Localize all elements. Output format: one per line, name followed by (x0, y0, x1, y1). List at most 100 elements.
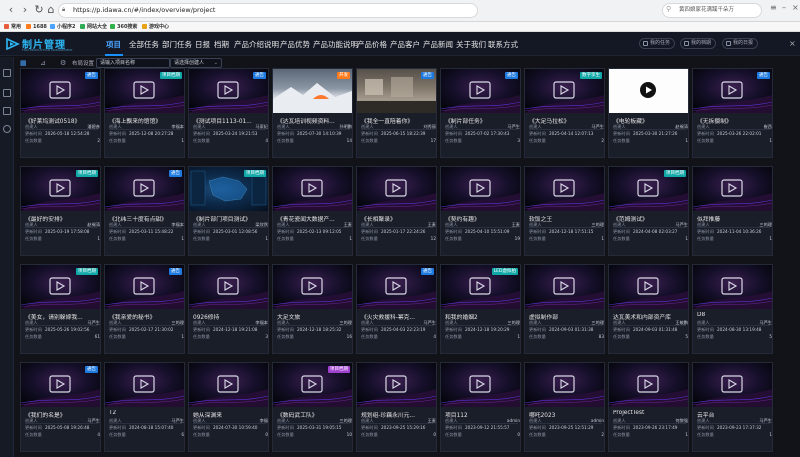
project-card[interactable]: 软饭之王 创建人 三的理 更新时间 2024-12-18 17:51:15 任务… (524, 166, 605, 256)
project-card[interactable]: ProjectTest 创建人 何黎强 更新时间 2023-09-26 23:1… (608, 362, 689, 452)
project-thumbnail[interactable]: 通告 (21, 363, 100, 407)
project-card[interactable]: 《电轮板藏》 创建人 赵锡涛 更新时间 2025-03-30 21:27:26 … (608, 68, 689, 158)
project-card[interactable]: 项目档期 《最好的安排》 创建人 赵锡涛 更新时间 2025-03-19 17:… (20, 166, 101, 256)
project-card[interactable]: 《契约有趣》 创建人 王麦 更新时间 2025-04-10 15:51:09 任… (440, 166, 521, 256)
bookmark-item[interactable]: 游戏中心 (142, 22, 169, 32)
close-window-icon[interactable]: × (792, 3, 799, 12)
project-thumbnail[interactable]: 项目档期 (609, 167, 688, 211)
project-card[interactable]: 达瓦美术和内部资产库 创建人 王敏鹏 更新时间 2024-09-03 01:31… (608, 264, 689, 354)
project-card[interactable]: 通告 《我亲爱的秘书》 创建人 三的理 更新时间 2025-02-17 21:3… (104, 264, 185, 354)
nav-item-all-tasks[interactable]: 全部任务 (129, 39, 159, 50)
project-card[interactable]: D8 创建人 马芦生 更新时间 2024-08-30 13:19:48 任务数量… (692, 264, 773, 354)
project-thumbnail[interactable] (609, 265, 688, 309)
project-card[interactable]: 虚拟制作部 创建人 三的理 更新时间 2024-09-03 01:31:38 任… (524, 264, 605, 354)
back-icon[interactable]: ‹ (4, 3, 18, 17)
project-thumbnail[interactable] (441, 363, 520, 407)
project-thumbnail[interactable] (357, 167, 436, 211)
project-thumbnail[interactable] (525, 265, 604, 309)
nav-item-about[interactable]: 关于我们 (456, 39, 486, 50)
project-thumbnail[interactable]: 通告 (105, 265, 184, 309)
project-card[interactable]: 项目档期 《范姆测试》 创建人 马芦生 更新时间 2024-04-08 02:0… (608, 166, 689, 256)
project-card[interactable]: T2 创建人 马芦生 更新时间 2024-08-18 15:07:40 任务数量… (104, 362, 185, 452)
project-thumbnail[interactable]: 项目档期 (189, 167, 268, 211)
project-card[interactable]: 通告 《制片部任务》 创建人 马芦生 更新时间 2025-07-02 17:30… (440, 68, 521, 158)
project-thumbnail[interactable]: 项目档期 (105, 69, 184, 113)
nav-item-daily[interactable]: 日报 (195, 39, 210, 50)
forward-icon[interactable]: › (18, 3, 32, 17)
project-card[interactable]: 似拜推藤 创建人 三的理 更新时间 2024-11-04 10:36:26 任务… (692, 166, 773, 256)
project-card[interactable]: 哪吒2023 创建人 admin 更新时间 2023-09-25 12:51:2… (524, 362, 605, 452)
chart-view-icon[interactable]: ⊿ (40, 59, 46, 67)
project-thumbnail[interactable]: 通告 (441, 69, 520, 113)
project-card[interactable]: 项目档期 《美女，请别躲嫁我... 创建人 马芦生 更新时间 2025-05-2… (20, 264, 101, 354)
sidebar-home-icon[interactable] (3, 69, 11, 77)
project-card[interactable]: 项目档期 《制片部门项目测试》 创建人 梁欣然 更新时间 2025-03-01 … (188, 166, 269, 256)
menu-icon[interactable]: ≡ (770, 3, 777, 12)
close-icon[interactable]: × (789, 39, 796, 48)
project-title[interactable]: T2 (109, 410, 184, 416)
bookmark-item[interactable]: 网站大全 (80, 22, 107, 32)
project-thumbnail[interactable]: 项目档期 (21, 265, 100, 309)
project-thumbnail[interactable] (189, 363, 268, 407)
project-card[interactable]: 项目档期 《海上飘来的馆馆》 创建人 李福本 更新时间 2025-12-08 2… (104, 68, 185, 158)
project-card[interactable]: 通告 《测试项目1113-01... 创建人 马家纪 更新时间 2025-03-… (188, 68, 269, 158)
bookmark-item[interactable]: 小程序2 (50, 22, 75, 32)
nav-item-features[interactable]: 产品功能说明 (313, 39, 358, 50)
project-card[interactable]: 规划组-珍藕永川元... 创建人 王麦 更新时间 2023-09-25 15:2… (356, 362, 437, 452)
project-thumbnail[interactable]: 通告 (21, 69, 100, 113)
project-thumbnail[interactable] (357, 363, 436, 407)
project-card[interactable]: 通告 《北纬三十度有点甜》 创建人 李福本 更新时间 2025-03-11 15… (104, 166, 185, 256)
bookmark-item[interactable]: 常用 (4, 22, 21, 32)
project-card[interactable]: 0926修持 创建人 李福本 更新时间 2024-12-18 19:21:08 … (188, 264, 269, 354)
address-bar[interactable]: https://p.idawa.cn/#/index/overview/proj… (58, 3, 478, 18)
sidebar-doc-icon[interactable] (3, 89, 11, 97)
project-card[interactable]: 通告 《火灾救援科-幂克... 创建人 马芦生 更新时间 2025-04-03 … (356, 264, 437, 354)
nav-item-schedule[interactable]: 档期 (214, 39, 229, 50)
project-thumbnail[interactable]: 通告 (189, 69, 268, 113)
nav-item-contact[interactable]: 联系方式 (488, 39, 518, 50)
nav-item-projects[interactable]: 项目 (106, 39, 121, 50)
layout-settings-label[interactable]: 布局设置 (72, 59, 94, 67)
project-thumbnail[interactable] (441, 167, 520, 211)
project-card[interactable]: 项目档期 《数码武工队》 创建人 三的理 更新时间 2025-03-31 19:… (272, 362, 353, 452)
project-thumbnail[interactable]: 数字孪生 (525, 69, 604, 113)
project-thumbnail[interactable] (693, 167, 772, 211)
project-card[interactable]: 通告 《好莱坞测试0518》 创建人 潘碧彦 更新时间 2026-05-18 1… (20, 68, 101, 158)
project-name-input[interactable]: 请输入项目名称 (96, 58, 170, 68)
grid-view-icon[interactable]: ▦ (20, 59, 27, 67)
project-thumbnail[interactable] (693, 265, 772, 309)
home-icon[interactable]: ⌂ (44, 3, 58, 17)
project-thumbnail[interactable]: 通告 (105, 167, 184, 211)
project-thumbnail[interactable]: 开发 (273, 69, 352, 113)
project-card[interactable]: 通告 《我们的名是》 创建人 马芦生 更新时间 2025-05-08 19:26… (20, 362, 101, 452)
my-tasks-button[interactable]: 我的任务 (639, 38, 676, 49)
minimize-icon[interactable]: – (782, 3, 786, 12)
browser-search-input[interactable]: 黄四娘家花满蹊千朵万 (662, 3, 762, 18)
project-title[interactable]: ProjectTest (613, 410, 688, 416)
project-card[interactable]: 云平台 创建人 马芦生 更新时间 2023-09-23 17:37:32 任务数… (692, 362, 773, 452)
project-thumbnail[interactable] (525, 167, 604, 211)
nav-item-dept-tasks[interactable]: 部门任务 (162, 39, 192, 50)
project-thumbnail[interactable] (609, 69, 688, 113)
project-thumbnail[interactable] (693, 363, 772, 407)
my-daily-button[interactable]: 我的日报 (722, 38, 759, 49)
nav-item-customers[interactable]: 产品客户 (390, 39, 420, 50)
project-thumbnail[interactable]: 通告 (357, 265, 436, 309)
nav-item-advantages[interactable]: 产品优势 (280, 39, 310, 50)
project-thumbnail[interactable] (189, 265, 268, 309)
project-card[interactable]: 通告 《我全一直陪着你》 创建人 刘秀丽 更新时间 2025-06-15 18:… (356, 68, 437, 158)
project-card[interactable]: 数字孪生 《大足马拉松》 创建人 马芦生 更新时间 2025-04-14 12:… (524, 68, 605, 158)
nav-item-product-intro[interactable]: 产品介绍说明 (234, 39, 279, 50)
sidebar-star-icon[interactable] (3, 125, 11, 133)
project-title[interactable]: D8 (697, 312, 772, 318)
project-card[interactable]: 通告 《无拆摄制》 创建人 崔西 更新时间 2025-03-26 22:02:0… (692, 68, 773, 158)
project-thumbnail[interactable] (525, 363, 604, 407)
project-thumbnail[interactable] (273, 167, 352, 211)
project-thumbnail[interactable]: 通告 (693, 69, 772, 113)
project-thumbnail[interactable]: 项目档期 (21, 167, 100, 211)
project-thumbnail[interactable]: LED虚拟拍 (441, 265, 520, 309)
project-card[interactable]: 开发 《达瓦培训视频资料... 创建人 孙明鹏 更新时间 2025-07-30 … (272, 68, 353, 158)
project-thumbnail[interactable]: 项目档期 (273, 363, 352, 407)
project-thumbnail[interactable] (273, 265, 352, 309)
project-card[interactable]: LED虚拟拍 和我的婚姻2 创建人 三的理 更新时间 2024-12-18 19… (440, 264, 521, 354)
